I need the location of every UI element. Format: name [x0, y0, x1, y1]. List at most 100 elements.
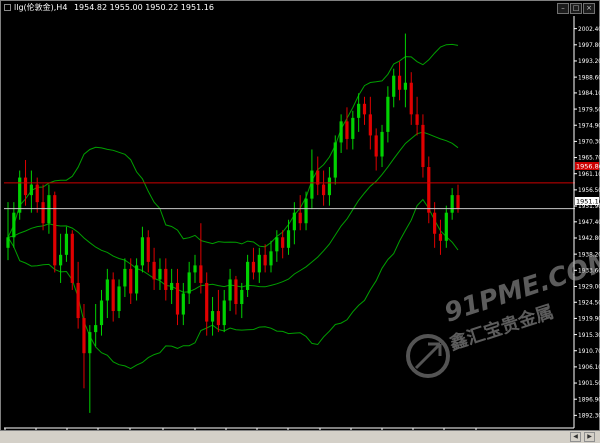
candle-bull: [6, 202, 10, 261]
candle-bear: [321, 170, 326, 206]
scroll-right-button[interactable]: ▶: [584, 432, 595, 442]
current-price-label: 1951.16: [575, 197, 600, 206]
horizontal-lines: [4, 182, 575, 210]
candle-bull: [105, 268, 109, 319]
title-bar[interactable]: llg(伦敦金),H4 1954.82 1955.00 1950.22 1951…: [1, 1, 599, 15]
candle-bull: [193, 254, 197, 283]
minimize-button[interactable]: –: [557, 3, 569, 14]
candle-bear: [316, 156, 320, 196]
candles: [6, 33, 460, 413]
price-tick-label: 1924.50: [578, 300, 600, 306]
candle-bull: [386, 86, 390, 143]
candle-bear: [251, 247, 256, 280]
ohlc-readout: 1954.82 1955.00 1950.22 1951.16: [73, 3, 214, 12]
price-axis: 2002.40 1997.80 1993.20 1988.60 1984.10 1979.…: [573, 16, 600, 428]
candle-bull: [140, 226, 145, 273]
watermark: 91PME.COM 鑫汇宝贵金属: [406, 246, 600, 378]
candle-bull: [357, 93, 361, 132]
candle-bear: [216, 289, 220, 333]
price-tick-label: 1961.10: [578, 172, 600, 178]
candle-bull: [94, 304, 98, 347]
candle-bull: [123, 258, 127, 297]
band-middle-line: [7, 131, 459, 293]
candle-bear: [397, 61, 402, 101]
candle-bull: [444, 205, 448, 248]
candle-bull: [170, 268, 174, 305]
candle-bull: [333, 135, 337, 185]
price-tick-label: 1979.50: [578, 107, 600, 113]
candle-bull: [339, 114, 343, 153]
candle-bull: [392, 68, 396, 108]
candle-bull: [310, 149, 314, 210]
candle-bull: [64, 226, 69, 262]
candle-bear: [41, 184, 45, 231]
maximize-button[interactable]: □: [570, 3, 582, 14]
price-chart[interactable]: 2002.40 1997.80 1993.20 1988.60 1984.10 1979.…: [0, 0, 600, 442]
candle-bull: [403, 33, 408, 108]
candle-bear: [76, 261, 80, 329]
price-tick-label: 1965.70: [578, 156, 600, 162]
price-tick-label: 1988.60: [578, 75, 600, 81]
candle-bear: [368, 96, 372, 150]
candle-bull: [450, 188, 454, 220]
candle-bear: [421, 114, 425, 178]
red-line-price-label: 1956.86: [575, 162, 600, 171]
candle-bear: [175, 268, 180, 326]
price-tick-label: 1997.80: [578, 43, 600, 49]
scroll-left-button[interactable]: ◀: [570, 432, 581, 442]
svg-text:1956.86: 1956.86: [576, 163, 600, 171]
candle-bear: [415, 96, 419, 136]
price-tick-label: 1993.20: [578, 59, 600, 65]
candle-bull: [222, 289, 226, 333]
price-tick-label: 1901.50: [578, 381, 600, 387]
candle-bear: [362, 96, 367, 125]
candle-bull: [327, 167, 332, 206]
candle-bull: [228, 268, 232, 312]
close-button[interactable]: ×: [583, 3, 595, 14]
price-tick-label: 1974.90: [578, 123, 600, 129]
chart-tab-bar: ◀ ▶: [0, 430, 600, 443]
candle-bull: [304, 191, 308, 231]
candle-bear: [374, 128, 378, 171]
candle-bear: [111, 272, 115, 322]
price-tick-label: 1910.70: [578, 349, 600, 355]
candle-bull: [257, 247, 261, 283]
candle-bear: [263, 244, 267, 273]
candle-bear: [205, 272, 209, 336]
candle-bull: [210, 296, 215, 336]
band-upper-line: [7, 43, 459, 248]
svg-text:1951.16: 1951.16: [576, 198, 600, 206]
price-tick-label: 1919.90: [578, 317, 600, 323]
price-tick-label: 1896.90: [578, 397, 600, 403]
price-tick-label: 1942.80: [578, 236, 600, 242]
watermark-logo-arrow: [414, 342, 442, 370]
price-tick-label: 2002.40: [578, 27, 600, 33]
candle-bear: [70, 230, 74, 290]
candle-bear: [298, 195, 302, 231]
candle-bull: [58, 233, 63, 283]
candle-bear: [281, 230, 285, 259]
candle-bull: [380, 124, 384, 168]
candle-bear: [164, 258, 168, 301]
price-tick-label: 1947.40: [578, 220, 600, 226]
candle-bear: [438, 219, 443, 255]
candle-bull: [286, 219, 291, 255]
price-tick-label: 1915.30: [578, 333, 600, 339]
bollinger-bands: [7, 43, 459, 370]
candle-bull: [88, 325, 92, 413]
window-title: llg(伦敦金),H4: [14, 3, 68, 12]
candle-bear: [152, 247, 156, 290]
price-tick-label: 1956.50: [578, 188, 600, 194]
candle-bear: [53, 191, 57, 273]
price-tick-label: 1984.10: [578, 91, 600, 97]
candle-bear: [345, 107, 349, 150]
price-tick-label: 1906.10: [578, 365, 600, 371]
candle-bull: [187, 261, 191, 305]
candle-bull: [158, 258, 162, 290]
candle-bull: [181, 282, 185, 326]
candle-bull: [18, 170, 22, 220]
price-tick-label: 1970.30: [578, 140, 600, 146]
candle-bear: [146, 230, 150, 273]
price-tick-label: 1892.30: [578, 414, 600, 420]
band-lower-line: [7, 198, 459, 370]
